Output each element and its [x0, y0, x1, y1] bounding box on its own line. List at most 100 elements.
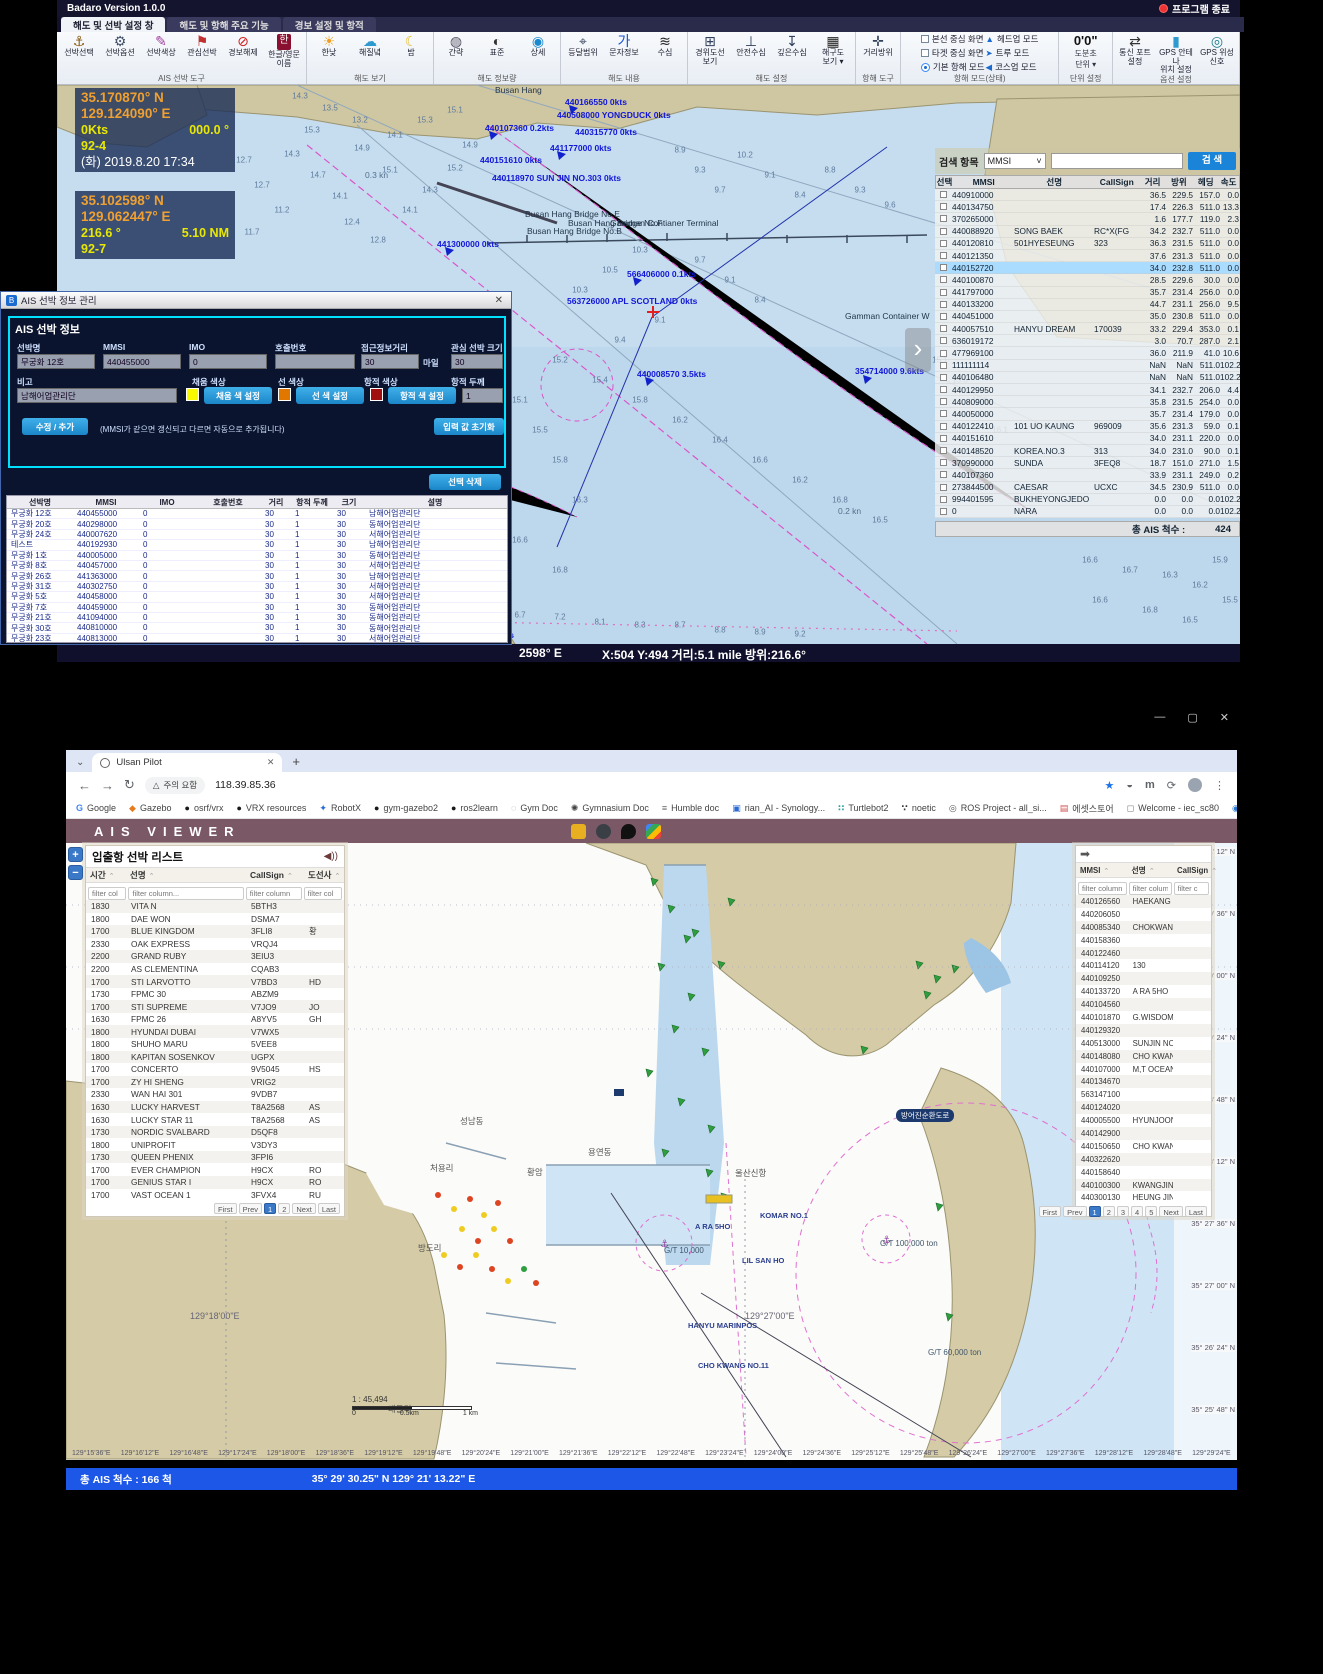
- bookmark-item[interactable]: ●VRX resources: [236, 803, 306, 813]
- ship-list-row[interactable]: 1700GENIUS STAR IH9CXRO: [86, 1176, 344, 1189]
- close-window-button[interactable]: ✕: [1220, 711, 1229, 724]
- ship-list-row[interactable]: 1630FPMC 26A8YV5GH: [86, 1013, 344, 1026]
- ship-list-row[interactable]: 1700EVER CHAMPIONH9CXRO: [86, 1163, 344, 1176]
- checkbox-icon[interactable]: [940, 240, 947, 247]
- table-row[interactable]: 440120810501HYESEUNG32336.3231.5511.00.0: [935, 238, 1240, 250]
- column-header[interactable]: CallSign⌃: [1173, 866, 1211, 875]
- modify-add-button[interactable]: 수정 / 추가: [22, 418, 88, 435]
- first-page-button[interactable]: First: [214, 1203, 237, 1214]
- ribbon-button[interactable]: ≋수심: [645, 33, 685, 58]
- bookmark-item[interactable]: ◉e-나라 표준인증: [1232, 802, 1237, 815]
- column-header[interactable]: 도선사⌃: [304, 869, 344, 881]
- bookmark-item[interactable]: ∵noetic: [902, 803, 936, 814]
- column-header[interactable]: 선택: [936, 176, 953, 188]
- table-row[interactable]: 273844500CAESARUCXC34.5230.9511.00.0: [935, 482, 1240, 494]
- ribbon-tab[interactable]: 해도 및 항해 주요 기능: [167, 17, 280, 32]
- page-number-button[interactable]: 5: [1145, 1206, 1157, 1217]
- table-row[interactable]: 111111114NaNNaN511.0102.2: [935, 360, 1240, 372]
- bookmark-item[interactable]: ◌Gym Doc: [511, 803, 558, 813]
- ship-list-row[interactable]: 1700VAST OCEAN 13FVX4RU: [86, 1189, 344, 1202]
- page-number-button[interactable]: 3: [1117, 1206, 1129, 1217]
- delete-selected-button[interactable]: 선택 삭제: [429, 474, 501, 490]
- zoom-out-button[interactable]: −: [68, 865, 83, 880]
- ribbon-button[interactable]: ▮GPS 안테나 위치 설정: [1156, 33, 1196, 75]
- bookmark-item[interactable]: ✺Gymnasium Doc: [571, 803, 649, 814]
- dialog-titlebar[interactable]: B AIS 선박 정보 관리 ✕: [1, 292, 511, 309]
- mmsi-list-row[interactable]: 440005500HYUNJOON...: [1076, 1114, 1211, 1127]
- checkbox-icon[interactable]: [940, 410, 947, 417]
- ship-list-row[interactable]: 1800UNIPROFITV3DY3: [86, 1138, 344, 1151]
- m-extension-icon[interactable]: m: [1145, 779, 1155, 791]
- column-header[interactable]: 선명⌃: [1127, 865, 1173, 876]
- ribbon-button[interactable]: 한한글/영문 이름: [264, 33, 304, 68]
- mmsi-list-row[interactable]: 440134670: [1076, 1075, 1211, 1088]
- bookmark-item[interactable]: ◻Welcome - iec_sc80: [1127, 803, 1219, 814]
- filter-input[interactable]: [1078, 882, 1127, 895]
- next-page-button[interactable]: Next: [292, 1203, 315, 1214]
- checkbox-icon[interactable]: [940, 276, 947, 283]
- filter-input[interactable]: [88, 887, 126, 900]
- bookmark-item[interactable]: ▣rian_AI - Synology...: [732, 803, 825, 814]
- ship-list-row[interactable]: 1800SHUHO MARU5VEE8: [86, 1038, 344, 1051]
- filter-input[interactable]: [128, 887, 243, 900]
- ship-list-row[interactable]: 2330WAN HAI 3019VDB7: [86, 1088, 344, 1101]
- ship-list-row[interactable]: 1630LUCKY HARVESTT8A2568AS: [86, 1101, 344, 1114]
- ribbon-button[interactable]: ⚑관심선박: [182, 33, 222, 58]
- table-row[interactable]: 44179700035.7231.4256.00.0: [935, 287, 1240, 299]
- ribbon-button[interactable]: ☁해질녘: [350, 33, 390, 58]
- bookmark-item[interactable]: ▤에셋스토어: [1060, 802, 1114, 815]
- bookmark-item[interactable]: ◎ROS Project - all_si...: [949, 803, 1047, 814]
- checkbox-icon[interactable]: [940, 252, 947, 259]
- trail-color-button[interactable]: 항적 색 설정: [388, 387, 456, 404]
- mode-option[interactable]: 본선 중심 화면: [921, 33, 985, 45]
- checkbox-icon[interactable]: [940, 386, 947, 393]
- mmsi-list-row[interactable]: 440107000M,T OCEAN ...: [1076, 1063, 1211, 1076]
- mmsi-list-row[interactable]: 440100300KWANGJIN...: [1076, 1179, 1211, 1192]
- table-row[interactable]: 47796910036.0211.941.010.6: [935, 347, 1240, 359]
- mmsi-list-row[interactable]: 563147100: [1076, 1088, 1211, 1101]
- checkbox-icon[interactable]: [940, 325, 947, 332]
- ribbon-button[interactable]: ⚙선박옵션: [100, 33, 140, 58]
- page-number-button[interactable]: 4: [1131, 1206, 1143, 1217]
- checkbox-icon[interactable]: [940, 350, 947, 357]
- extension-icon[interactable]: ◒: [1126, 779, 1133, 791]
- url-text[interactable]: 118.39.85.36: [215, 779, 1094, 791]
- page-number-button[interactable]: 1: [1089, 1206, 1101, 1217]
- size-field[interactable]: 30: [451, 354, 503, 369]
- ribbon-button[interactable]: ⊞경위도선 보기: [690, 33, 730, 66]
- forward-icon[interactable]: →: [101, 778, 114, 793]
- ribbon-button[interactable]: ✎선박색상: [141, 33, 181, 58]
- ship-list-row[interactable]: 1730QUEEN PHENIX3FPI6: [86, 1151, 344, 1164]
- expand-arrow-icon[interactable]: ➡: [1080, 847, 1090, 861]
- menu-icon[interactable]: ⋮: [1214, 779, 1225, 792]
- mmsi-list-row[interactable]: 440124020: [1076, 1101, 1211, 1114]
- fill-color-button[interactable]: 채움 색 설정: [204, 387, 272, 404]
- ribbon-button[interactable]: ⌖등달범위: [563, 33, 603, 58]
- profile-avatar[interactable]: [1188, 778, 1202, 792]
- column-header[interactable]: 방위: [1165, 176, 1192, 188]
- column-header[interactable]: 헤딩: [1192, 176, 1219, 188]
- table-row[interactable]: 440122410101 UO KAUNG96900935.6231.359.0…: [935, 421, 1240, 433]
- imo-field[interactable]: 0: [189, 354, 267, 369]
- column-header[interactable]: 선박명: [7, 497, 73, 508]
- bookmark-item[interactable]: ✦RobotX: [319, 803, 361, 814]
- table-row[interactable]: 44013320044.7231.1256.09.5: [935, 299, 1240, 311]
- mmsi-list-row[interactable]: 440158640: [1076, 1166, 1211, 1179]
- column-header[interactable]: MMSI: [73, 498, 139, 507]
- table-row[interactable]: 44080900035.8231.5254.00.0: [935, 396, 1240, 408]
- mmsi-list-row[interactable]: 440206050: [1076, 908, 1211, 921]
- ship-list-row[interactable]: 1800DAE WONDSMA7: [86, 913, 344, 926]
- mmsi-list-row[interactable]: 440114120130: [1076, 959, 1211, 972]
- mmsi-list-row[interactable]: 440133720A RA 5HO: [1076, 985, 1211, 998]
- table-row[interactable]: 440057510HANYU DREAM17003933.2229.4353.0…: [935, 323, 1240, 335]
- checkbox-icon[interactable]: [940, 471, 947, 478]
- mmsi-list-row[interactable]: 440300130HEUNG JIN ...: [1076, 1191, 1211, 1204]
- ribbon-tab[interactable]: 경보 설정 및 항적: [283, 17, 376, 32]
- mmsi-list-row[interactable]: 440122460: [1076, 947, 1211, 960]
- checkbox-icon[interactable]: [940, 459, 947, 466]
- checkbox-icon[interactable]: [940, 337, 947, 344]
- line-color-button[interactable]: 선 색 설정: [296, 387, 364, 404]
- column-header[interactable]: 시간⌃: [86, 869, 126, 881]
- ribbon-button[interactable]: ☾밤: [391, 33, 431, 58]
- zoom-in-button[interactable]: +: [68, 847, 83, 862]
